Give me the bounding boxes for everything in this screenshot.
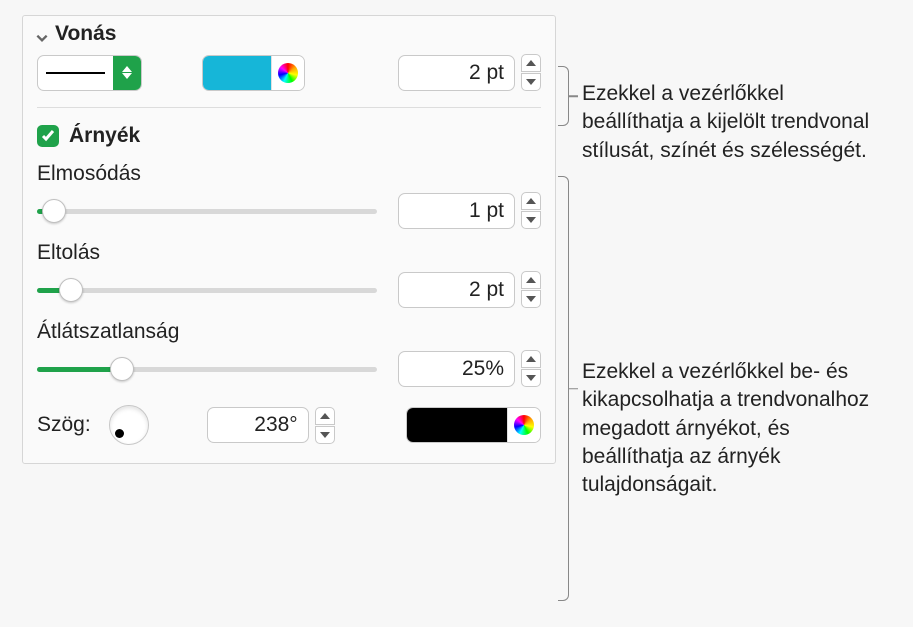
step-down-button[interactable] xyxy=(521,211,541,229)
stroke-style-popup[interactable] xyxy=(37,55,142,91)
callout-shadow: Ezekkel a vezérlőkkel be- és kikapcsolha… xyxy=(582,358,887,500)
step-down-button[interactable] xyxy=(521,290,541,308)
offset-param: Eltolás 2 pt xyxy=(23,241,555,320)
stroke-color-well[interactable] xyxy=(202,55,305,91)
blur-input[interactable]: 1 pt xyxy=(398,193,515,229)
stroke-title: Vonás xyxy=(55,22,116,46)
stroke-color-swatch xyxy=(203,56,271,90)
step-up-button[interactable] xyxy=(315,407,335,425)
step-up-button[interactable] xyxy=(521,54,541,72)
shadow-color-swatch xyxy=(407,408,507,442)
chevron-down-icon xyxy=(35,27,49,41)
shadow-checkbox-row: Árnyék xyxy=(23,124,555,162)
offset-slider[interactable] xyxy=(37,278,377,302)
opacity-param: Átlátszatlanság 25% xyxy=(23,320,555,399)
step-up-button[interactable] xyxy=(521,271,541,289)
callout-stroke: Ezekkel a vezérlőkkel beállíthatja a kij… xyxy=(582,80,887,165)
shadow-title: Árnyék xyxy=(69,124,140,148)
stroke-width-input[interactable]: 2 pt xyxy=(398,55,515,91)
angle-input[interactable]: 238° xyxy=(207,407,309,443)
step-down-button[interactable] xyxy=(521,73,541,91)
opacity-slider[interactable] xyxy=(37,357,377,381)
shadow-color-well[interactable] xyxy=(406,407,541,443)
callout-bracket-icon xyxy=(558,66,569,126)
inspector-panel: Vonás 2 pt Árnyék Elmosó xyxy=(22,15,556,464)
step-up-button[interactable] xyxy=(521,350,541,368)
angle-label: Szög: xyxy=(37,413,91,437)
step-down-button[interactable] xyxy=(315,426,335,444)
offset-label: Eltolás xyxy=(37,241,541,265)
color-wheel-icon[interactable] xyxy=(271,56,304,90)
opacity-label: Átlátszatlanság xyxy=(37,320,541,344)
stroke-controls-row: 2 pt xyxy=(23,52,555,107)
step-up-button[interactable] xyxy=(521,192,541,210)
color-wheel-icon[interactable] xyxy=(507,408,540,442)
dial-indicator xyxy=(115,429,124,438)
step-down-button[interactable] xyxy=(521,369,541,387)
angle-dial[interactable] xyxy=(109,405,149,445)
offset-input[interactable]: 2 pt xyxy=(398,272,515,308)
blur-slider[interactable] xyxy=(37,199,377,223)
stroke-width-field: 2 pt xyxy=(398,54,541,91)
blur-param: Elmosódás 1 pt xyxy=(23,162,555,241)
line-style-icon xyxy=(38,56,113,90)
stroke-header[interactable]: Vonás xyxy=(23,22,555,52)
shadow-checkbox[interactable] xyxy=(37,125,59,147)
stroke-width-stepper xyxy=(521,54,541,91)
opacity-input[interactable]: 25% xyxy=(398,351,515,387)
callout-bracket-icon xyxy=(558,176,569,601)
popup-caret-icon xyxy=(113,56,141,90)
divider xyxy=(37,107,541,108)
angle-row: Szög: 238° xyxy=(23,399,555,445)
blur-label: Elmosódás xyxy=(37,162,541,186)
